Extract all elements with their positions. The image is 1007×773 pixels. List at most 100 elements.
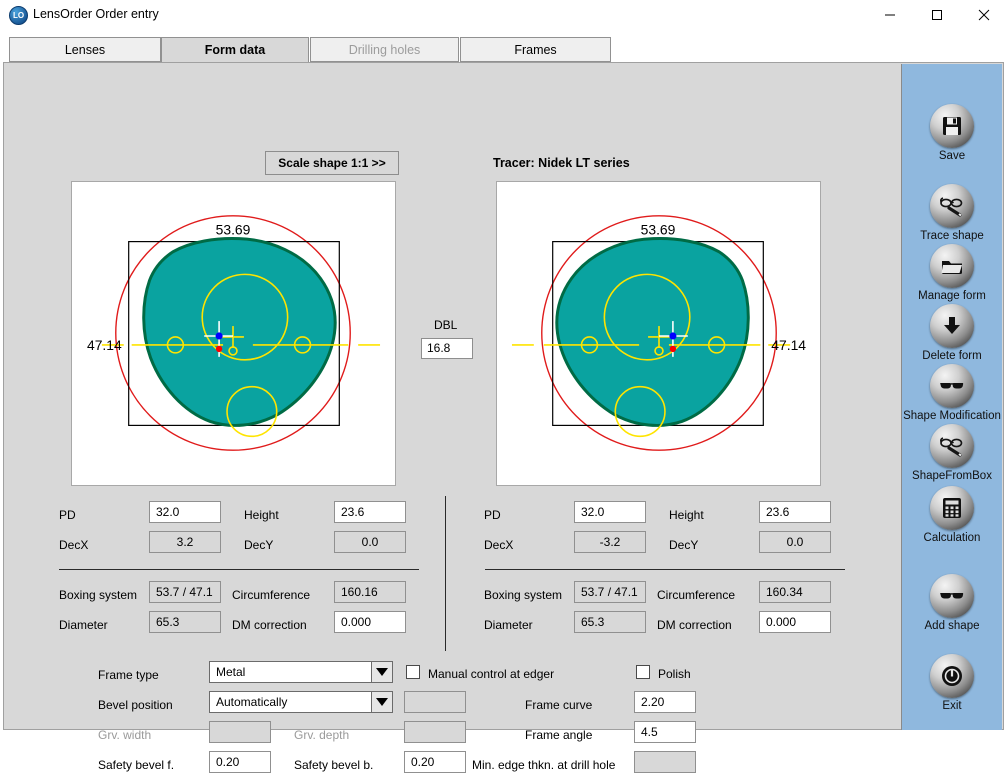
- value-circumference-left: 160.16: [334, 581, 406, 603]
- lens-shape-preview-right[interactable]: 53.69 47.14: [496, 181, 821, 486]
- sidebar-item-add-shape[interactable]: Add shape: [902, 574, 1002, 632]
- label-decy-right: DecY: [669, 538, 699, 552]
- tab-form-data[interactable]: Form data: [161, 37, 309, 63]
- sidebar-label-save: Save: [938, 150, 966, 162]
- input-pd-right[interactable]: 32.0: [574, 501, 646, 523]
- select-bevel-position-value: Automatically: [216, 695, 288, 709]
- label-bevel-position: Bevel position: [98, 698, 173, 712]
- tab-drilling-holes: Drilling holes: [310, 37, 459, 62]
- label-dm-correction-left: DM correction: [232, 618, 307, 632]
- label-height-left: Height: [244, 508, 279, 522]
- input-min-edge-thkn: [634, 751, 696, 773]
- tracer-label: Tracer: Nidek LT series: [493, 156, 630, 170]
- select-frame-type[interactable]: Metal: [209, 661, 393, 683]
- value-decy-right: 0.0: [759, 531, 831, 553]
- value-boxing-left: 53.7 / 47.1: [149, 581, 221, 603]
- sidebar-item-calculation[interactable]: Calculation: [902, 486, 1002, 544]
- value-decy-left: 0.0: [334, 531, 406, 553]
- lens-shape-drawing-right: 53.69 47.14: [511, 215, 806, 451]
- pupil-center-dot-blue: [215, 332, 223, 340]
- select-bevel-position[interactable]: Automatically: [209, 691, 393, 713]
- input-height-left[interactable]: 23.6: [334, 501, 406, 523]
- scale-shape-button[interactable]: Scale shape 1:1 >>: [265, 151, 399, 175]
- sidebar-label-calculation: Calculation: [923, 532, 981, 544]
- close-button[interactable]: [961, 0, 1007, 30]
- pupil-center-dot-blue: [669, 332, 677, 340]
- sidebar-item-exit[interactable]: Exit: [902, 654, 1002, 712]
- label-safety-bevel-f: Safety bevel f.: [98, 758, 175, 772]
- input-frame-angle[interactable]: 4.5: [634, 721, 696, 743]
- shape-width-label-right: 53.69: [641, 222, 676, 238]
- chevron-down-icon[interactable]: [371, 692, 392, 712]
- chevron-down-icon[interactable]: [371, 662, 392, 682]
- vertical-divider: [445, 496, 446, 651]
- lens-outline-icon: [555, 236, 750, 427]
- label-boxing-right: Boxing system: [484, 588, 563, 602]
- label-diameter-right: Diameter: [484, 618, 533, 632]
- label-boxing-left: Boxing system: [59, 588, 138, 602]
- tab-lenses[interactable]: Lenses: [9, 37, 161, 62]
- value-diameter-right: 65.3: [574, 611, 646, 633]
- checkbox-manual-control[interactable]: [406, 665, 420, 679]
- sidebar-item-shape-from-box[interactable]: ShapeFromBox: [902, 424, 1002, 482]
- power-icon: [930, 654, 974, 698]
- checkbox-polish[interactable]: [636, 665, 650, 679]
- label-decx-right: DecX: [484, 538, 514, 552]
- lens-shape-preview-left[interactable]: 53.69 47.14: [71, 181, 396, 486]
- input-dm-correction-left[interactable]: 0.000: [334, 611, 406, 633]
- label-decx-left: DecX: [59, 538, 89, 552]
- app-logo-icon: LO: [9, 6, 28, 25]
- lens-outline-icon: [142, 236, 337, 427]
- label-manual-control: Manual control at edger: [428, 667, 555, 681]
- floppy-disk-icon: [930, 104, 974, 148]
- input-safety-bevel-b[interactable]: 0.20: [404, 751, 466, 773]
- sidebar-label-shape-from-box: ShapeFromBox: [912, 470, 992, 482]
- label-grv-width: Grv. width: [98, 728, 152, 742]
- sidebar-item-manage-form[interactable]: Manage form: [902, 244, 1002, 302]
- sunglasses-icon: [930, 574, 974, 618]
- sidebar-label-delete-form: Delete form: [922, 350, 982, 362]
- sidebar-item-shape-modification[interactable]: Shape Modification: [902, 364, 1002, 422]
- tab-frames[interactable]: Frames: [460, 37, 611, 62]
- input-height-right[interactable]: 23.6: [759, 501, 831, 523]
- value-boxing-right: 53.7 / 47.1: [574, 581, 646, 603]
- input-grv-depth: [404, 721, 466, 743]
- maximize-button[interactable]: [914, 0, 960, 30]
- select-frame-type-value: Metal: [216, 665, 246, 679]
- dbl-input[interactable]: 16.8: [421, 338, 473, 359]
- shape-width-label-left: 53.69: [216, 222, 251, 238]
- form-data-panel: Scale shape 1:1 >> Tracer: Nidek LT seri…: [3, 62, 1004, 773]
- value-circumference-right: 160.34: [759, 581, 831, 603]
- label-safety-bevel-b: Safety bevel b.: [294, 758, 374, 772]
- window-title: LensOrder Order entry: [33, 7, 159, 21]
- sidebar-label-add-shape: Add shape: [924, 620, 980, 632]
- horizontal-divider-right: [485, 569, 845, 570]
- label-min-edge-thkn: Min. edge thkn. at drill hole: [472, 758, 616, 772]
- input-pd-left[interactable]: 32.0: [149, 501, 221, 523]
- sidebar-label-shape-modification: Shape Modification: [903, 410, 1001, 422]
- sidebar-item-delete-form[interactable]: Delete form: [902, 304, 1002, 362]
- label-circumference-right: Circumference: [657, 588, 736, 602]
- label-frame-type: Frame type: [98, 668, 159, 682]
- minimize-button[interactable]: [867, 0, 913, 30]
- label-frame-angle: Frame angle: [525, 728, 593, 742]
- app-logo-text: LO: [12, 11, 25, 20]
- box-center-dot-red: [669, 345, 677, 353]
- glasses-trace-icon: [930, 184, 974, 228]
- title-bar: LO LensOrder Order entry: [0, 0, 1007, 30]
- sunglasses-icon: [930, 364, 974, 408]
- sidebar-item-trace-shape[interactable]: Trace shape: [902, 184, 1002, 242]
- input-safety-bevel-f[interactable]: 0.20: [209, 751, 271, 773]
- label-circumference-left: Circumference: [232, 588, 311, 602]
- label-decy-left: DecY: [244, 538, 274, 552]
- sidebar-item-save[interactable]: Save: [902, 104, 1002, 162]
- label-height-right: Height: [669, 508, 704, 522]
- lens-shape-drawing-left: 53.69 47.14: [87, 215, 381, 451]
- label-pd-left: PD: [59, 508, 76, 522]
- input-dm-correction-right[interactable]: 0.000: [759, 611, 831, 633]
- label-grv-depth: Grv. depth: [294, 728, 350, 742]
- value-diameter-left: 65.3: [149, 611, 221, 633]
- dbl-label: DBL: [434, 318, 458, 332]
- input-frame-curve[interactable]: 2.20: [634, 691, 696, 713]
- label-dm-correction-right: DM correction: [657, 618, 732, 632]
